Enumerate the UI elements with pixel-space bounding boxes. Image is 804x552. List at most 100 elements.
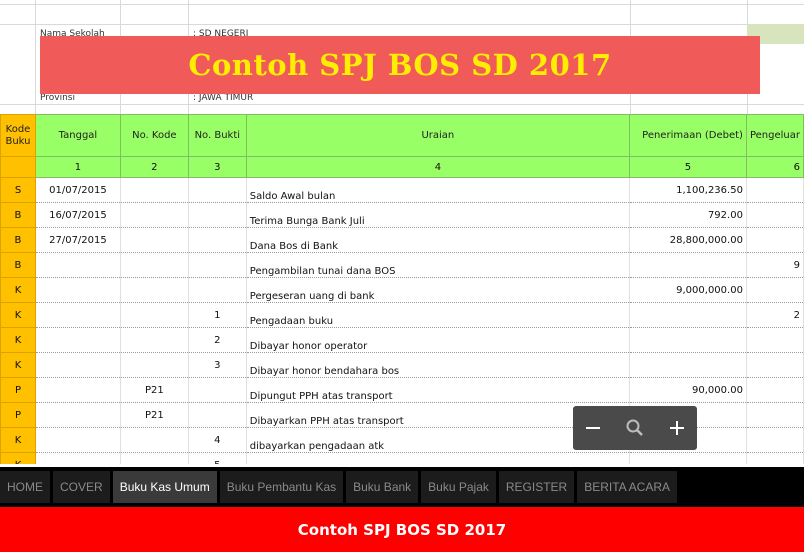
spreadsheet-area[interactable]: Nama Sekolah : SD NEGERI Provinsi : JAWA…: [0, 0, 804, 464]
cell-tanggal[interactable]: [34, 252, 121, 278]
tab-cover[interactable]: COVER: [53, 471, 110, 503]
cell-penerimaan[interactable]: 28,800,000.00: [628, 227, 747, 253]
cell-no-kode[interactable]: [119, 177, 189, 203]
cell-pengeluaran[interactable]: [745, 352, 804, 378]
cell-kode-buku[interactable]: P: [0, 402, 36, 428]
table-row[interactable]: B 27/07/2015 Dana Bos di Bank 28,800,000.00: [0, 227, 804, 253]
cell-uraian[interactable]: Pengadaan buku: [245, 302, 630, 328]
cell-pengeluaran[interactable]: [745, 402, 804, 428]
cell-pengeluaran[interactable]: [745, 377, 804, 403]
plus-icon[interactable]: [669, 420, 685, 436]
cell-pengeluaran[interactable]: [745, 227, 804, 253]
cell-no-bukti[interactable]: [187, 402, 247, 428]
table-row[interactable]: K 2 Dibayar honor operator: [0, 327, 804, 353]
cell-penerimaan[interactable]: 90,000.00: [628, 377, 747, 403]
cell-penerimaan[interactable]: 792.00: [628, 202, 747, 228]
table-row[interactable]: K 1 Pengadaan buku 2: [0, 302, 804, 328]
cell-tanggal[interactable]: [34, 327, 121, 353]
cell-no-bukti[interactable]: [187, 227, 247, 253]
cell-uraian[interactable]: Pengambilan tunai dana BOS: [245, 252, 630, 278]
tab-buku-pembantu-kas[interactable]: Buku Pembantu Kas: [219, 471, 344, 503]
cell-uraian[interactable]: Dibayar honor bendahara bos: [245, 352, 630, 378]
cell-tanggal[interactable]: [34, 402, 121, 428]
cell-no-kode[interactable]: [119, 452, 189, 464]
cell-pengeluaran[interactable]: [745, 327, 804, 353]
cell-pengeluaran[interactable]: 2: [745, 302, 804, 328]
table-row[interactable]: B Pengambilan tunai dana BOS 9: [0, 252, 804, 278]
cell-kode-buku[interactable]: K: [0, 427, 36, 453]
cell-uraian[interactable]: Dipungut PPH atas transport: [245, 377, 630, 403]
cell-tanggal[interactable]: [34, 352, 121, 378]
cell-kode-buku[interactable]: B: [0, 202, 36, 228]
cell-kode-buku[interactable]: K: [0, 452, 36, 464]
cell-no-bukti[interactable]: [187, 252, 247, 278]
tab-buku-bank[interactable]: Buku Bank: [346, 471, 419, 503]
cell-no-kode[interactable]: [119, 252, 189, 278]
minus-icon[interactable]: [585, 420, 601, 436]
cell-pengeluaran[interactable]: [745, 202, 804, 228]
cell-tanggal[interactable]: 01/07/2015: [34, 177, 121, 203]
cell-pengeluaran[interactable]: [745, 452, 804, 464]
cell-tanggal[interactable]: [34, 277, 121, 303]
cell-kode-buku[interactable]: K: [0, 302, 36, 328]
tab-home[interactable]: HOME: [0, 471, 50, 503]
cell-no-kode[interactable]: [119, 427, 189, 453]
cell-kode-buku[interactable]: K: [0, 277, 36, 303]
cell-no-kode[interactable]: [119, 327, 189, 353]
cell-pengeluaran[interactable]: [745, 177, 804, 203]
table-row[interactable]: P P21 Dipungut PPH atas transport 90,000.00: [0, 377, 804, 403]
cell-uraian[interactable]: dibayarkan pengadaan atk: [245, 427, 630, 453]
cell-no-bukti[interactable]: 2: [187, 327, 247, 353]
cell-no-kode[interactable]: [119, 352, 189, 378]
cell-penerimaan[interactable]: [628, 352, 747, 378]
cell-kode-buku[interactable]: B: [0, 227, 36, 253]
table-row[interactable]: S 01/07/2015 Saldo Awal bulan 1,100,236.50: [0, 177, 804, 203]
cell-uraian[interactable]: Saldo Awal bulan: [245, 177, 630, 203]
tab-berita-acara[interactable]: BERITA ACARA: [577, 471, 678, 503]
cell-no-kode[interactable]: P21: [119, 377, 189, 403]
tab-buku-kas-umum[interactable]: Buku Kas Umum: [112, 471, 217, 503]
cell-tanggal[interactable]: [34, 377, 121, 403]
cell-uraian[interactable]: dibayarkan langganan majalah: [245, 452, 630, 464]
cell-penerimaan[interactable]: [628, 327, 747, 353]
cell-pengeluaran[interactable]: [745, 277, 804, 303]
table-row[interactable]: K Pergeseran uang di bank 9,000,000.00: [0, 277, 804, 303]
cell-penerimaan[interactable]: 9,000,000.00: [628, 277, 747, 303]
cell-no-bukti[interactable]: 4: [187, 427, 247, 453]
cell-kode-buku[interactable]: K: [0, 352, 36, 378]
cell-no-bukti[interactable]: 3: [187, 352, 247, 378]
cell-pengeluaran[interactable]: [745, 427, 804, 453]
cell-uraian[interactable]: Terima Bunga Bank Juli: [245, 202, 630, 228]
cell-kode-buku[interactable]: B: [0, 252, 36, 278]
cell-tanggal[interactable]: [34, 427, 121, 453]
cell-penerimaan[interactable]: 1,100,236.50: [628, 177, 747, 203]
cell-uraian[interactable]: Dibayarkan PPH atas transport: [245, 402, 630, 428]
cell-tanggal[interactable]: 27/07/2015: [34, 227, 121, 253]
cell-uraian[interactable]: Dibayar honor operator: [245, 327, 630, 353]
cell-pengeluaran[interactable]: 9: [745, 252, 804, 278]
cell-no-kode[interactable]: P21: [119, 402, 189, 428]
cell-penerimaan[interactable]: [628, 252, 747, 278]
cell-kode-buku[interactable]: K: [0, 327, 36, 353]
cell-no-bukti[interactable]: [187, 377, 247, 403]
tab-register[interactable]: REGISTER: [498, 471, 575, 503]
cell-no-kode[interactable]: [119, 277, 189, 303]
cell-no-kode[interactable]: [119, 302, 189, 328]
table-row[interactable]: K 5dibayarkan langganan majalah: [0, 452, 804, 464]
zoom-icon[interactable]: [625, 418, 645, 438]
cell-no-bukti[interactable]: 5: [187, 452, 247, 464]
cell-no-kode[interactable]: [119, 202, 189, 228]
cell-uraian[interactable]: Dana Bos di Bank: [245, 227, 630, 253]
cell-no-kode[interactable]: [119, 227, 189, 253]
cell-penerimaan[interactable]: [628, 452, 747, 464]
cell-no-bukti[interactable]: 1: [187, 302, 247, 328]
cell-uraian[interactable]: Pergeseran uang di bank: [245, 277, 630, 303]
table-row[interactable]: B 16/07/2015 Terima Bunga Bank Juli 792.00: [0, 202, 804, 228]
cell-kode-buku[interactable]: S: [0, 177, 36, 203]
cell-no-bukti[interactable]: [187, 277, 247, 303]
cell-penerimaan[interactable]: [628, 302, 747, 328]
cell-tanggal[interactable]: 16/07/2015: [34, 202, 121, 228]
tab-buku-pajak[interactable]: Buku Pajak: [421, 471, 496, 503]
cell-tanggal[interactable]: [34, 302, 121, 328]
cell-kode-buku[interactable]: P: [0, 377, 36, 403]
